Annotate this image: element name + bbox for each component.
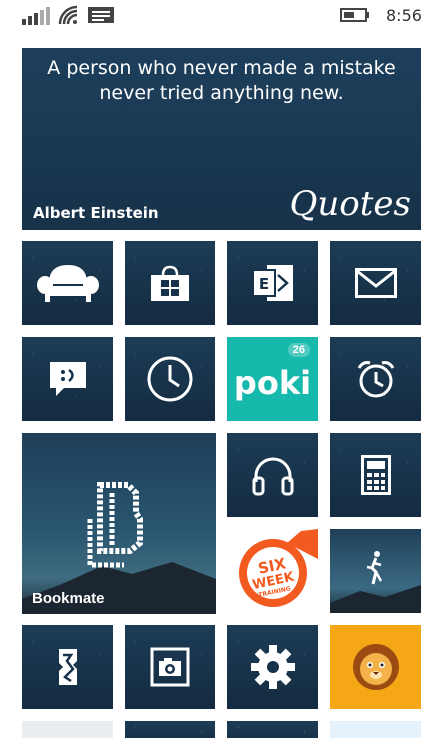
camera-tile[interactable] — [125, 625, 215, 709]
six-week-training-tile[interactable]: SIX WEEK TRAINING — [227, 529, 318, 613]
headphones-icon — [252, 457, 293, 496]
messaging-icon — [49, 362, 86, 396]
store-tile[interactable] — [125, 241, 215, 325]
clock-time: 8:56 — [386, 6, 422, 25]
poki-label: poki — [233, 364, 312, 402]
alarm-icon — [357, 361, 394, 398]
partial-tile-4[interactable] — [330, 721, 421, 738]
six-week-training-logo-icon: SIX WEEK TRAINING — [227, 529, 318, 613]
partial-tile-1[interactable] — [22, 721, 113, 738]
sketch-icon — [58, 649, 77, 685]
sofa-tile[interactable] — [22, 241, 113, 325]
partial-tile-3[interactable] — [227, 721, 318, 738]
exchange-tile[interactable]: E — [227, 241, 318, 325]
music-tile[interactable] — [227, 433, 318, 517]
quotes-app-name: Quotes — [289, 184, 411, 224]
start-screen: 8:56 A person who never made a mistake n… — [0, 0, 443, 738]
signal-icon — [22, 7, 50, 25]
store-icon — [151, 265, 189, 301]
battery-icon — [340, 8, 369, 22]
bookmate-label: Bookmate — [32, 590, 105, 607]
bookmate-tile[interactable]: Bookmate — [22, 433, 216, 614]
quotes-tile[interactable]: A person who never made a mistake never … — [22, 48, 421, 230]
clock-icon — [147, 356, 193, 402]
partial-tile-2[interactable] — [125, 721, 215, 738]
message-icon — [88, 7, 114, 23]
quote-text: A person who never made a mistake never … — [47, 57, 396, 104]
status-bar: 8:56 — [0, 0, 443, 34]
settings-tile[interactable] — [227, 625, 318, 709]
lion-game-tile[interactable] — [330, 625, 421, 709]
clock-tile[interactable] — [125, 337, 215, 421]
mail-icon — [354, 268, 397, 298]
svg-text:E: E — [258, 275, 268, 293]
sketch-tile[interactable] — [22, 625, 113, 709]
notification-badge: 26 — [287, 343, 310, 357]
exchange-icon: E — [252, 265, 293, 301]
camera-icon — [150, 647, 190, 687]
quote-author: Albert Einstein — [33, 204, 159, 222]
wifi-icon — [58, 5, 78, 25]
runner-tile[interactable] — [330, 529, 421, 613]
mail-tile[interactable] — [330, 241, 421, 325]
settings-icon — [250, 645, 295, 689]
calculator-tile[interactable] — [330, 433, 421, 517]
lion-icon — [352, 644, 399, 690]
alarms-tile[interactable] — [330, 337, 421, 421]
messaging-tile[interactable] — [22, 337, 113, 421]
poki-tile[interactable]: 26 poki — [227, 337, 318, 421]
runner-icon — [366, 551, 383, 585]
bookmate-logo-icon — [87, 482, 143, 568]
sofa-icon — [36, 265, 99, 302]
calculator-icon — [360, 455, 391, 495]
